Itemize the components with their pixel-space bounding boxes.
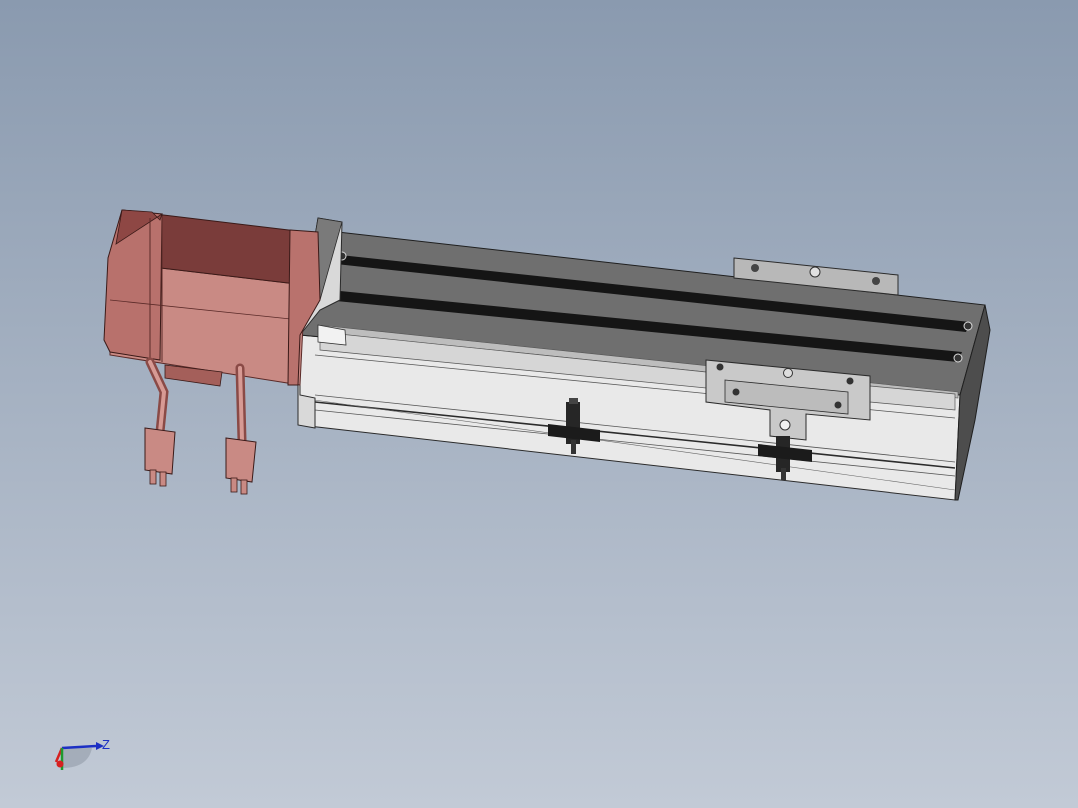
carriage-screw <box>732 388 740 396</box>
bracket-hole <box>751 264 759 272</box>
orientation-triad: Z <box>54 737 110 770</box>
triad-plane <box>62 748 92 768</box>
z-axis-label: Z <box>102 737 110 752</box>
top-screw <box>953 353 963 363</box>
graphics-viewport[interactable]: Z <box>0 0 1078 808</box>
carriage-screw <box>834 401 842 409</box>
carriage-screw <box>846 377 854 385</box>
actuator-body[interactable] <box>297 217 991 501</box>
sensor-top <box>569 398 578 404</box>
connector-pin <box>230 477 238 493</box>
carriage-center-hole <box>783 368 793 378</box>
connector-pin <box>149 469 157 485</box>
cad-scene[interactable]: Z <box>0 0 1078 808</box>
carriage-screw <box>716 363 724 371</box>
sensor-stem <box>571 440 576 454</box>
z-axis <box>61 744 97 750</box>
sensor-stem <box>781 468 786 480</box>
cable-connector <box>225 437 257 483</box>
connector-pin <box>159 471 167 487</box>
bracket-hole <box>872 277 880 285</box>
bracket-hole <box>809 266 821 278</box>
encoder-cable[interactable] <box>225 363 257 495</box>
servo-motor[interactable] <box>103 209 321 387</box>
cable-highlight <box>238 366 244 442</box>
power-cable[interactable] <box>144 357 176 487</box>
top-screw <box>963 321 973 331</box>
carriage-flag-hole <box>779 419 791 431</box>
triad-origin <box>56 760 64 768</box>
cable-connector <box>144 427 176 475</box>
connector-pin <box>240 479 248 495</box>
